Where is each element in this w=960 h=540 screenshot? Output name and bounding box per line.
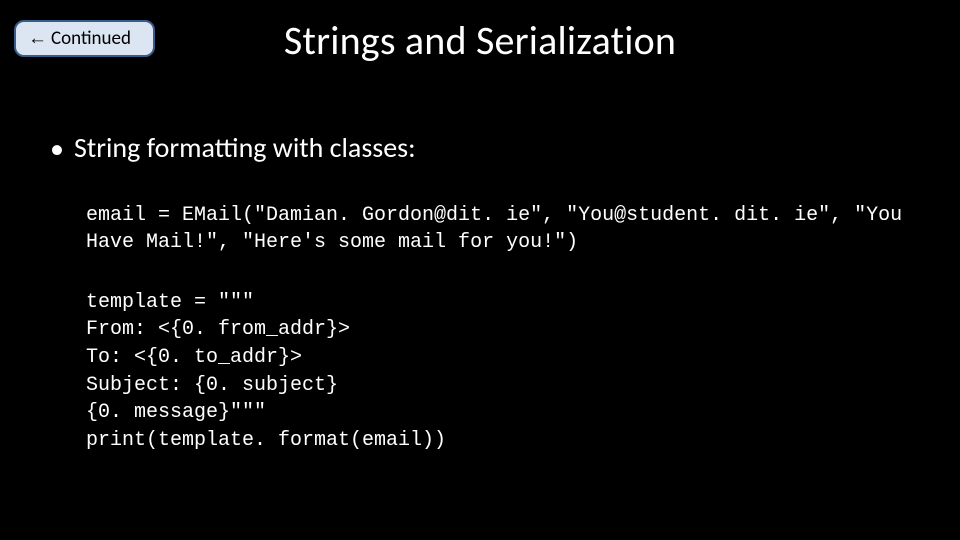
- bullet-item: • String formatting with classes:: [50, 130, 920, 166]
- code-block-1: email = EMail("Damian. Gordon@dit. ie", …: [86, 202, 920, 257]
- slide-title: Strings and Serialization: [0, 16, 960, 65]
- bullet-text: String formatting with classes:: [74, 130, 416, 165]
- slide-content: • String formatting with classes: email …: [50, 130, 920, 454]
- bullet-dot-icon: •: [50, 132, 64, 166]
- code-block-2: template = """ From: <{0. from_addr}> To…: [86, 289, 920, 455]
